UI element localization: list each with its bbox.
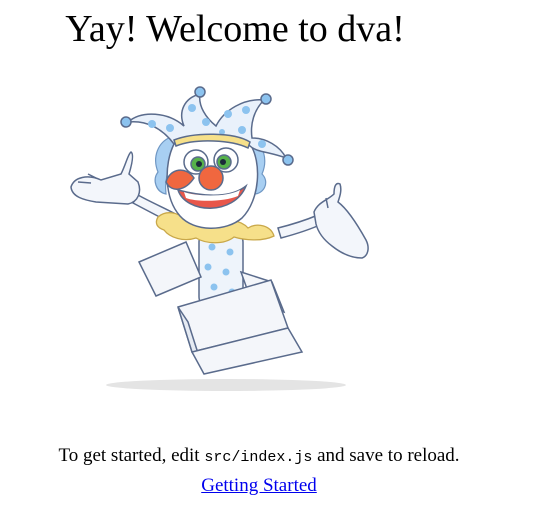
instructions-prefix: To get started, edit: [58, 445, 205, 466]
instructions-suffix: and save to reload.: [312, 445, 460, 466]
face: [165, 132, 259, 229]
right-hand: [277, 182, 369, 259]
page-title: Yay! Welcome to dva!: [65, 8, 405, 50]
file-path-code: src/index.js: [204, 449, 313, 466]
getting-started-link[interactable]: Getting Started: [201, 475, 317, 496]
jester-in-box-icon: [70, 86, 369, 391]
link-row: Getting Started: [0, 474, 518, 498]
ground-shadow: [106, 379, 346, 391]
instructions-text: To get started, edit src/index.js and sa…: [0, 444, 518, 470]
